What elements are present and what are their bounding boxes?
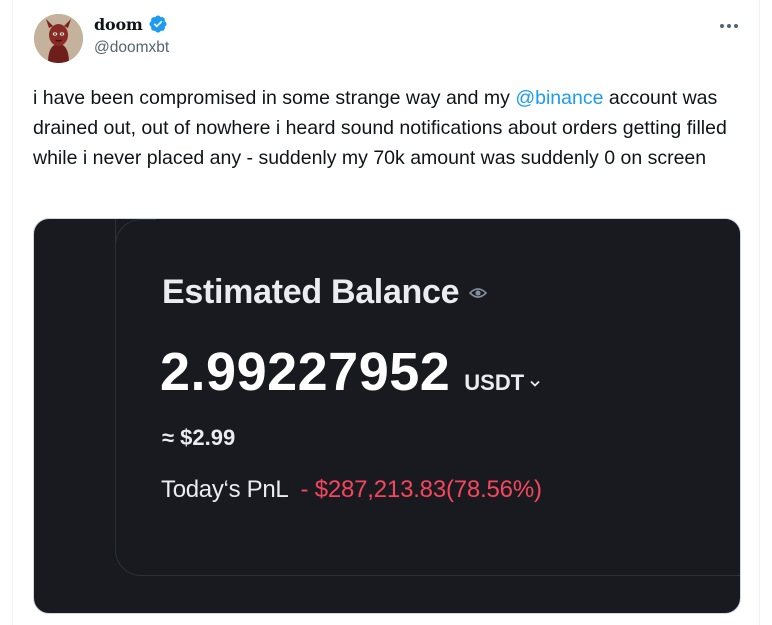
verified-badge-icon xyxy=(149,15,167,33)
chevron-down-icon xyxy=(530,380,540,387)
tweet-card: doom @doomxbt i have been compromised in… xyxy=(12,0,760,625)
tweet-media-image[interactable]: Estimated Balance 2.99227952 USDT ≈ $2.9… xyxy=(33,218,741,614)
author-info: doom @doomxbt xyxy=(94,12,169,57)
estimated-balance-heading: Estimated Balance xyxy=(162,273,488,312)
mention-link[interactable]: @binance xyxy=(515,87,603,109)
display-name[interactable]: doom xyxy=(94,15,143,34)
balance-value: 2.99227952 xyxy=(160,342,451,402)
unit-label: USDT xyxy=(464,370,525,395)
name-row: doom xyxy=(94,12,169,36)
estimated-balance-label: Estimated Balance xyxy=(162,273,460,311)
unit-selector: USDT xyxy=(464,370,540,396)
eye-icon xyxy=(469,287,488,298)
more-options-icon xyxy=(720,24,738,28)
tweet-text: i have been compromised in some strange … xyxy=(33,83,733,173)
balance-row: 2.99227952 USDT xyxy=(160,341,540,403)
approx-value: ≈ $2.99 xyxy=(162,425,236,450)
pnl-row: Today‘s PnL - $287,213.83(78.56%) xyxy=(161,476,542,504)
pnl-label: Today‘s PnL xyxy=(161,476,289,503)
handle[interactable]: @doomxbt xyxy=(94,39,169,57)
pnl-value: - $287,213.83(78.56%) xyxy=(300,476,542,503)
avatar-image xyxy=(34,14,83,63)
tweet-text-part-1: i have been compromised in some strange … xyxy=(33,87,516,109)
more-options-button[interactable] xyxy=(713,10,745,42)
avatar[interactable] xyxy=(34,14,83,63)
